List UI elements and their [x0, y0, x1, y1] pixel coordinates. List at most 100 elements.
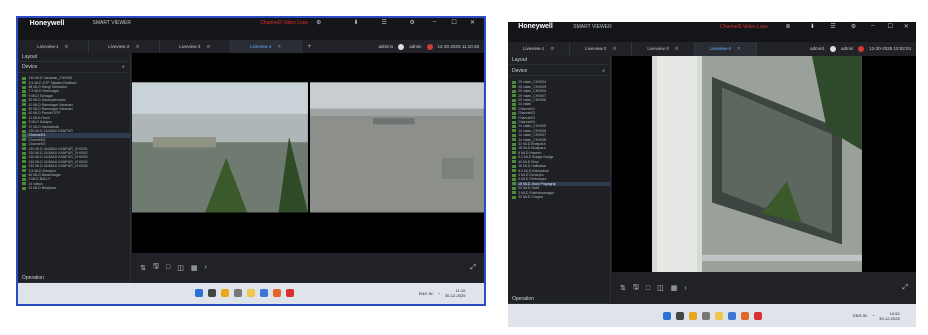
- operation-section[interactable]: Operation: [18, 274, 130, 283]
- lang-indicator[interactable]: ENG IN: [419, 291, 433, 296]
- files-icon[interactable]: [234, 289, 243, 298]
- folder-icon[interactable]: [247, 289, 256, 298]
- layout-2-icon[interactable]: ◫: [177, 264, 184, 272]
- close-icon[interactable]: ✕: [277, 44, 281, 50]
- alarm-bell-icon[interactable]: ⊛: [316, 19, 321, 26]
- layout-4-icon[interactable]: ▦: [671, 284, 678, 292]
- gear-icon[interactable]: ⚙: [612, 46, 616, 52]
- search-icon[interactable]: ⌕: [602, 68, 605, 74]
- firefox-icon[interactable]: [741, 311, 750, 320]
- layout-4-icon[interactable]: ▦: [191, 264, 198, 272]
- search-icon[interactable]: ⌕: [122, 64, 125, 70]
- tree-item[interactable]: 32 MLD Chapra: [512, 195, 610, 199]
- tab-liveview-1[interactable]: Liveview-1 ⚙: [508, 41, 571, 56]
- settings-icon[interactable]: ⚙: [409, 19, 414, 26]
- tab-liveview-1[interactable]: Liveview-1 ⚙: [18, 40, 89, 54]
- firefox-icon[interactable]: [273, 289, 282, 298]
- avatar[interactable]: [398, 43, 405, 50]
- close-button[interactable]: ✕: [470, 19, 475, 26]
- gear-icon[interactable]: ⚙: [206, 44, 210, 50]
- windows-taskbar: ENG IN ◔ 11:10 30-12-2025: [18, 282, 484, 304]
- wifi-icon[interactable]: ◔: [437, 291, 439, 296]
- smartviewer-icon[interactable]: [754, 311, 763, 320]
- layout-1-icon[interactable]: □: [646, 285, 650, 292]
- gear-icon[interactable]: ⚙: [550, 46, 554, 52]
- next-icon[interactable]: ›: [204, 264, 206, 271]
- tab-liveview-4[interactable]: Liveview-4 ✕: [230, 40, 302, 54]
- tab-liveview-4[interactable]: Liveview-4 ✕: [694, 41, 757, 56]
- user-primary[interactable]: admin1: [379, 44, 394, 49]
- camera-icon: [512, 186, 517, 190]
- alarm-text[interactable]: Channel3 Video Loss: [260, 20, 307, 26]
- wifi-icon[interactable]: ◔: [872, 313, 874, 318]
- alarm-bell-icon[interactable]: ⊛: [785, 23, 790, 30]
- avatar[interactable]: [829, 45, 836, 52]
- clock[interactable]: 11:10 30-12-2025: [445, 288, 465, 298]
- minimize-button[interactable]: –: [871, 23, 874, 29]
- snapshot-icon[interactable]: 🖫: [633, 283, 639, 294]
- mail-icon[interactable]: [260, 289, 269, 298]
- user-secondary[interactable]: admin: [409, 44, 421, 49]
- tab-liveview-3[interactable]: Liveview-3 ⚙: [632, 41, 695, 56]
- camera-icon: [512, 111, 517, 115]
- user-secondary[interactable]: admin: [841, 46, 853, 51]
- download-icon[interactable]: ⬇: [354, 19, 359, 26]
- tree-item-label: 3.5 MLD STP Tajalam Nolabad: [28, 80, 77, 85]
- record-icon[interactable]: [426, 43, 433, 50]
- swap-icon[interactable]: ⇅: [620, 284, 626, 292]
- video-area[interactable]: [132, 53, 484, 253]
- minimize-button[interactable]: –: [433, 19, 436, 25]
- gear-icon[interactable]: ⚙: [675, 46, 679, 52]
- files-icon[interactable]: [702, 311, 711, 320]
- menu-icon[interactable]: ☰: [381, 19, 386, 26]
- snapshot-icon[interactable]: 🖫: [153, 262, 159, 273]
- layout-2-icon[interactable]: ◫: [657, 284, 664, 292]
- tree-item[interactable]: 31 MLD Bhatpara: [22, 186, 129, 190]
- gear-icon[interactable]: ⚙: [65, 44, 69, 50]
- search-icon[interactable]: [676, 311, 685, 320]
- tab-label: Liveview-3: [179, 44, 201, 50]
- user-primary[interactable]: admin1: [810, 46, 825, 51]
- camera-icon: [22, 129, 27, 133]
- chrome-icon[interactable]: [221, 289, 230, 298]
- video-area[interactable]: [612, 55, 916, 273]
- clock[interactable]: 10:52 30-12-2025: [879, 311, 899, 321]
- tab-liveview-2[interactable]: Liveview-2 ⚙: [570, 41, 633, 56]
- record-icon[interactable]: [858, 45, 865, 52]
- gear-icon[interactable]: ⚙: [135, 44, 139, 50]
- mail-icon[interactable]: [728, 311, 737, 320]
- close-button[interactable]: ✕: [904, 23, 909, 30]
- add-tab-icon[interactable]: +: [308, 44, 312, 50]
- alarm-text[interactable]: Channel3 Video Loss: [720, 24, 767, 30]
- chrome-icon[interactable]: [689, 311, 698, 320]
- search-icon[interactable]: [208, 289, 217, 298]
- camera-icon: [22, 138, 27, 142]
- tab-liveview-2[interactable]: Liveview-2 ⚙: [89, 40, 160, 54]
- smartviewer-icon[interactable]: [286, 289, 295, 298]
- swap-icon[interactable]: ⇅: [140, 264, 146, 272]
- tab-liveview-3[interactable]: Liveview-3 ⚙: [160, 40, 231, 54]
- start-icon[interactable]: [195, 289, 204, 298]
- folder-icon[interactable]: [715, 311, 724, 320]
- device-section[interactable]: Device ⌕: [18, 63, 130, 73]
- tree-item-label: 60 MLD Naini: [518, 186, 540, 191]
- settings-icon[interactable]: ⚙: [851, 23, 856, 30]
- close-icon[interactable]: ✕: [737, 46, 741, 52]
- fullscreen-icon[interactable]: ⤢: [902, 284, 908, 292]
- tab-label: Liveview-4: [709, 46, 731, 52]
- fullscreen-icon[interactable]: ⤢: [470, 264, 476, 272]
- lang-indicator[interactable]: ENG IN: [853, 313, 867, 318]
- maximize-button[interactable]: ☐: [451, 19, 456, 26]
- operation-section[interactable]: Operation: [508, 294, 610, 305]
- camera-icon: [22, 169, 27, 173]
- tree-item-label: 14 valan_CH0005: [518, 124, 547, 129]
- start-icon[interactable]: [663, 311, 672, 320]
- layout-section[interactable]: Layout: [508, 56, 610, 66]
- download-icon[interactable]: ⬇: [810, 23, 815, 30]
- layout-section[interactable]: Layout: [18, 53, 130, 63]
- menu-icon[interactable]: ☰: [830, 23, 835, 30]
- layout-1-icon[interactable]: □: [166, 264, 170, 271]
- next-icon[interactable]: ›: [684, 285, 686, 292]
- device-section[interactable]: Device ⌕: [508, 67, 610, 77]
- maximize-button[interactable]: ☐: [887, 23, 892, 30]
